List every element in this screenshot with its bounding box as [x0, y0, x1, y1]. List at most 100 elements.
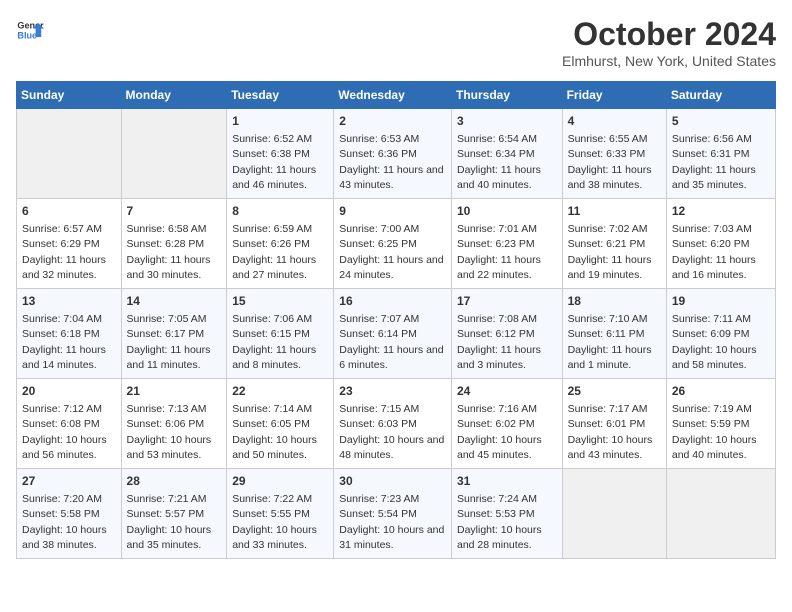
- calendar-cell: 13Sunrise: 7:04 AMSunset: 6:18 PMDayligh…: [17, 289, 122, 379]
- day-info: Sunrise: 7:02 AMSunset: 6:21 PMDaylight:…: [568, 223, 652, 281]
- calendar-cell: 28 Sunrise: 7:21 AMSunset: 5:57 PMDayligh…: [121, 469, 227, 559]
- day-info: Sunrise: 7:13 AMSunset: 6:06 PMDaylight:…: [127, 403, 212, 461]
- day-number: 26: [672, 383, 770, 400]
- day-number: 18: [568, 293, 661, 310]
- day-number: 17: [457, 293, 557, 310]
- day-info: Sunrise: 7:05 AMSunset: 6:17 PMDaylight:…: [127, 313, 211, 371]
- calendar-cell: 23 Sunrise: 7:15 AMSunset: 6:03 PMDayligh…: [334, 379, 452, 469]
- day-info: Sunrise: 7:14 AMSunset: 6:05 PMDaylight:…: [232, 403, 317, 461]
- day-info: Sunrise: 7:15 AMSunset: 6:03 PMDaylight:…: [339, 403, 444, 461]
- day-info: Sunrise: 7:22 AMSunset: 5:55 PMDaylight:…: [232, 493, 317, 551]
- calendar-cell: 5 Sunrise: 6:56 AMSunset: 6:31 PMDaylight…: [666, 109, 775, 199]
- day-number: 6: [22, 203, 116, 220]
- location: Elmhurst, New York, United States: [562, 53, 776, 69]
- day-info: Sunrise: 7:17 AMSunset: 6:01 PMDaylight:…: [568, 403, 653, 461]
- day-info: Sunrise: 6:53 AMSunset: 6:36 PMDaylight:…: [339, 133, 443, 191]
- day-info: Sunrise: 7:06 AMSunset: 6:15 PMDaylight:…: [232, 313, 316, 371]
- day-number: 30: [339, 473, 446, 490]
- day-info: Sunrise: 7:04 AMSunset: 6:18 PMDaylight:…: [22, 313, 106, 371]
- day-number: 12: [672, 203, 770, 220]
- day-number: 9: [339, 203, 446, 220]
- day-info: Sunrise: 6:56 AMSunset: 6:31 PMDaylight:…: [672, 133, 756, 191]
- day-info: Sunrise: 6:52 AMSunset: 6:38 PMDaylight:…: [232, 133, 316, 191]
- day-number: 23: [339, 383, 446, 400]
- day-info: Sunrise: 7:23 AMSunset: 5:54 PMDaylight:…: [339, 493, 444, 551]
- weekday-header: Friday: [562, 82, 666, 109]
- day-info: Sunrise: 7:20 AMSunset: 5:58 PMDaylight:…: [22, 493, 107, 551]
- calendar-cell: 15 Sunrise: 7:06 AMSunset: 6:15 PMDayligh…: [227, 289, 334, 379]
- weekday-header: Sunday: [17, 82, 122, 109]
- day-info: Sunrise: 7:11 AMSunset: 6:09 PMDaylight:…: [672, 313, 757, 371]
- calendar-cell: 4 Sunrise: 6:55 AMSunset: 6:33 PMDaylight…: [562, 109, 666, 199]
- day-number: 21: [127, 383, 222, 400]
- day-info: Sunrise: 7:03 AMSunset: 6:20 PMDaylight:…: [672, 223, 756, 281]
- calendar-cell: 7 Sunrise: 6:58 AMSunset: 6:28 PMDaylight…: [121, 199, 227, 289]
- calendar-cell: 6 Sunrise: 6:57 AMSunset: 6:29 PMDaylight…: [17, 199, 122, 289]
- day-number: 19: [672, 293, 770, 310]
- day-info: Sunrise: 7:08 AMSunset: 6:12 PMDaylight:…: [457, 313, 541, 371]
- calendar-cell: [666, 469, 775, 559]
- day-number: 25: [568, 383, 661, 400]
- day-info: Sunrise: 7:19 AMSunset: 5:59 PMDaylight:…: [672, 403, 757, 461]
- weekday-header: Monday: [121, 82, 227, 109]
- day-number: 15: [232, 293, 328, 310]
- day-info: Sunrise: 6:59 AMSunset: 6:26 PMDaylight:…: [232, 223, 316, 281]
- weekday-header: Wednesday: [334, 82, 452, 109]
- calendar-cell: 30 Sunrise: 7:23 AMSunset: 5:54 PMDayligh…: [334, 469, 452, 559]
- calendar-week-row: 27Sunrise: 7:20 AMSunset: 5:58 PMDayligh…: [17, 469, 776, 559]
- logo-icon: General Blue: [16, 16, 44, 44]
- calendar-cell: 2 Sunrise: 6:53 AMSunset: 6:36 PMDaylight…: [334, 109, 452, 199]
- day-number: 28: [127, 473, 222, 490]
- calendar-cell: 22 Sunrise: 7:14 AMSunset: 6:05 PMDayligh…: [227, 379, 334, 469]
- day-info: Sunrise: 7:12 AMSunset: 6:08 PMDaylight:…: [22, 403, 107, 461]
- day-number: 29: [232, 473, 328, 490]
- day-info: Sunrise: 6:58 AMSunset: 6:28 PMDaylight:…: [127, 223, 211, 281]
- day-info: Sunrise: 6:54 AMSunset: 6:34 PMDaylight:…: [457, 133, 541, 191]
- calendar-cell: 10 Sunrise: 7:01 AMSunset: 6:23 PMDayligh…: [451, 199, 562, 289]
- day-info: Sunrise: 7:01 AMSunset: 6:23 PMDaylight:…: [457, 223, 541, 281]
- calendar-cell: 26 Sunrise: 7:19 AMSunset: 5:59 PMDayligh…: [666, 379, 775, 469]
- calendar-header-row: SundayMondayTuesdayWednesdayThursdayFrid…: [17, 82, 776, 109]
- day-info: Sunrise: 7:10 AMSunset: 6:11 PMDaylight:…: [568, 313, 652, 371]
- day-number: 8: [232, 203, 328, 220]
- day-number: 14: [127, 293, 222, 310]
- day-number: 22: [232, 383, 328, 400]
- calendar-cell: 20 Sunrise: 7:12 AMSunset: 6:08 PMDayligh…: [17, 379, 122, 469]
- svg-text:Blue: Blue: [17, 30, 37, 40]
- day-number: 2: [339, 113, 446, 130]
- day-number: 16: [339, 293, 446, 310]
- day-number: 4: [568, 113, 661, 130]
- day-info: Sunrise: 6:55 AMSunset: 6:33 PMDaylight:…: [568, 133, 652, 191]
- day-info: Sunrise: 7:00 AMSunset: 6:25 PMDaylight:…: [339, 223, 443, 281]
- calendar-cell: 16 Sunrise: 7:07 AMSunset: 6:14 PMDayligh…: [334, 289, 452, 379]
- day-info: Sunrise: 7:21 AMSunset: 5:57 PMDaylight:…: [127, 493, 212, 551]
- weekday-header: Thursday: [451, 82, 562, 109]
- day-info: Sunrise: 6:57 AMSunset: 6:29 PMDaylight:…: [22, 223, 106, 281]
- calendar-table: SundayMondayTuesdayWednesdayThursdayFrid…: [16, 81, 776, 559]
- logo: General Blue: [16, 16, 44, 44]
- day-info: Sunrise: 7:07 AMSunset: 6:14 PMDaylight:…: [339, 313, 443, 371]
- day-number: 20: [22, 383, 116, 400]
- day-number: 1: [232, 113, 328, 130]
- calendar-cell: 19 Sunrise: 7:11 AMSunset: 6:09 PMDayligh…: [666, 289, 775, 379]
- weekday-header: Saturday: [666, 82, 775, 109]
- calendar-cell: 29 Sunrise: 7:22 AMSunset: 5:55 PMDayligh…: [227, 469, 334, 559]
- calendar-cell: 12 Sunrise: 7:03 AMSunset: 6:20 PMDayligh…: [666, 199, 775, 289]
- day-number: 10: [457, 203, 557, 220]
- calendar-cell: 14 Sunrise: 7:05 AMSunset: 6:17 PMDayligh…: [121, 289, 227, 379]
- calendar-cell: 27Sunrise: 7:20 AMSunset: 5:58 PMDayligh…: [17, 469, 122, 559]
- calendar-cell: 18 Sunrise: 7:10 AMSunset: 6:11 PMDayligh…: [562, 289, 666, 379]
- calendar-week-row: 6 Sunrise: 6:57 AMSunset: 6:29 PMDaylight…: [17, 199, 776, 289]
- month-title: October 2024: [562, 16, 776, 53]
- day-number: 5: [672, 113, 770, 130]
- calendar-cell: 11Sunrise: 7:02 AMSunset: 6:21 PMDayligh…: [562, 199, 666, 289]
- calendar-cell: 25 Sunrise: 7:17 AMSunset: 6:01 PMDayligh…: [562, 379, 666, 469]
- calendar-cell: 3Sunrise: 6:54 AMSunset: 6:34 PMDaylight…: [451, 109, 562, 199]
- day-number: 7: [127, 203, 222, 220]
- weekday-header: Tuesday: [227, 82, 334, 109]
- calendar-week-row: 20 Sunrise: 7:12 AMSunset: 6:08 PMDayligh…: [17, 379, 776, 469]
- calendar-cell: [121, 109, 227, 199]
- calendar-cell: 21 Sunrise: 7:13 AMSunset: 6:06 PMDayligh…: [121, 379, 227, 469]
- calendar-cell: [562, 469, 666, 559]
- calendar-cell: 8 Sunrise: 6:59 AMSunset: 6:26 PMDaylight…: [227, 199, 334, 289]
